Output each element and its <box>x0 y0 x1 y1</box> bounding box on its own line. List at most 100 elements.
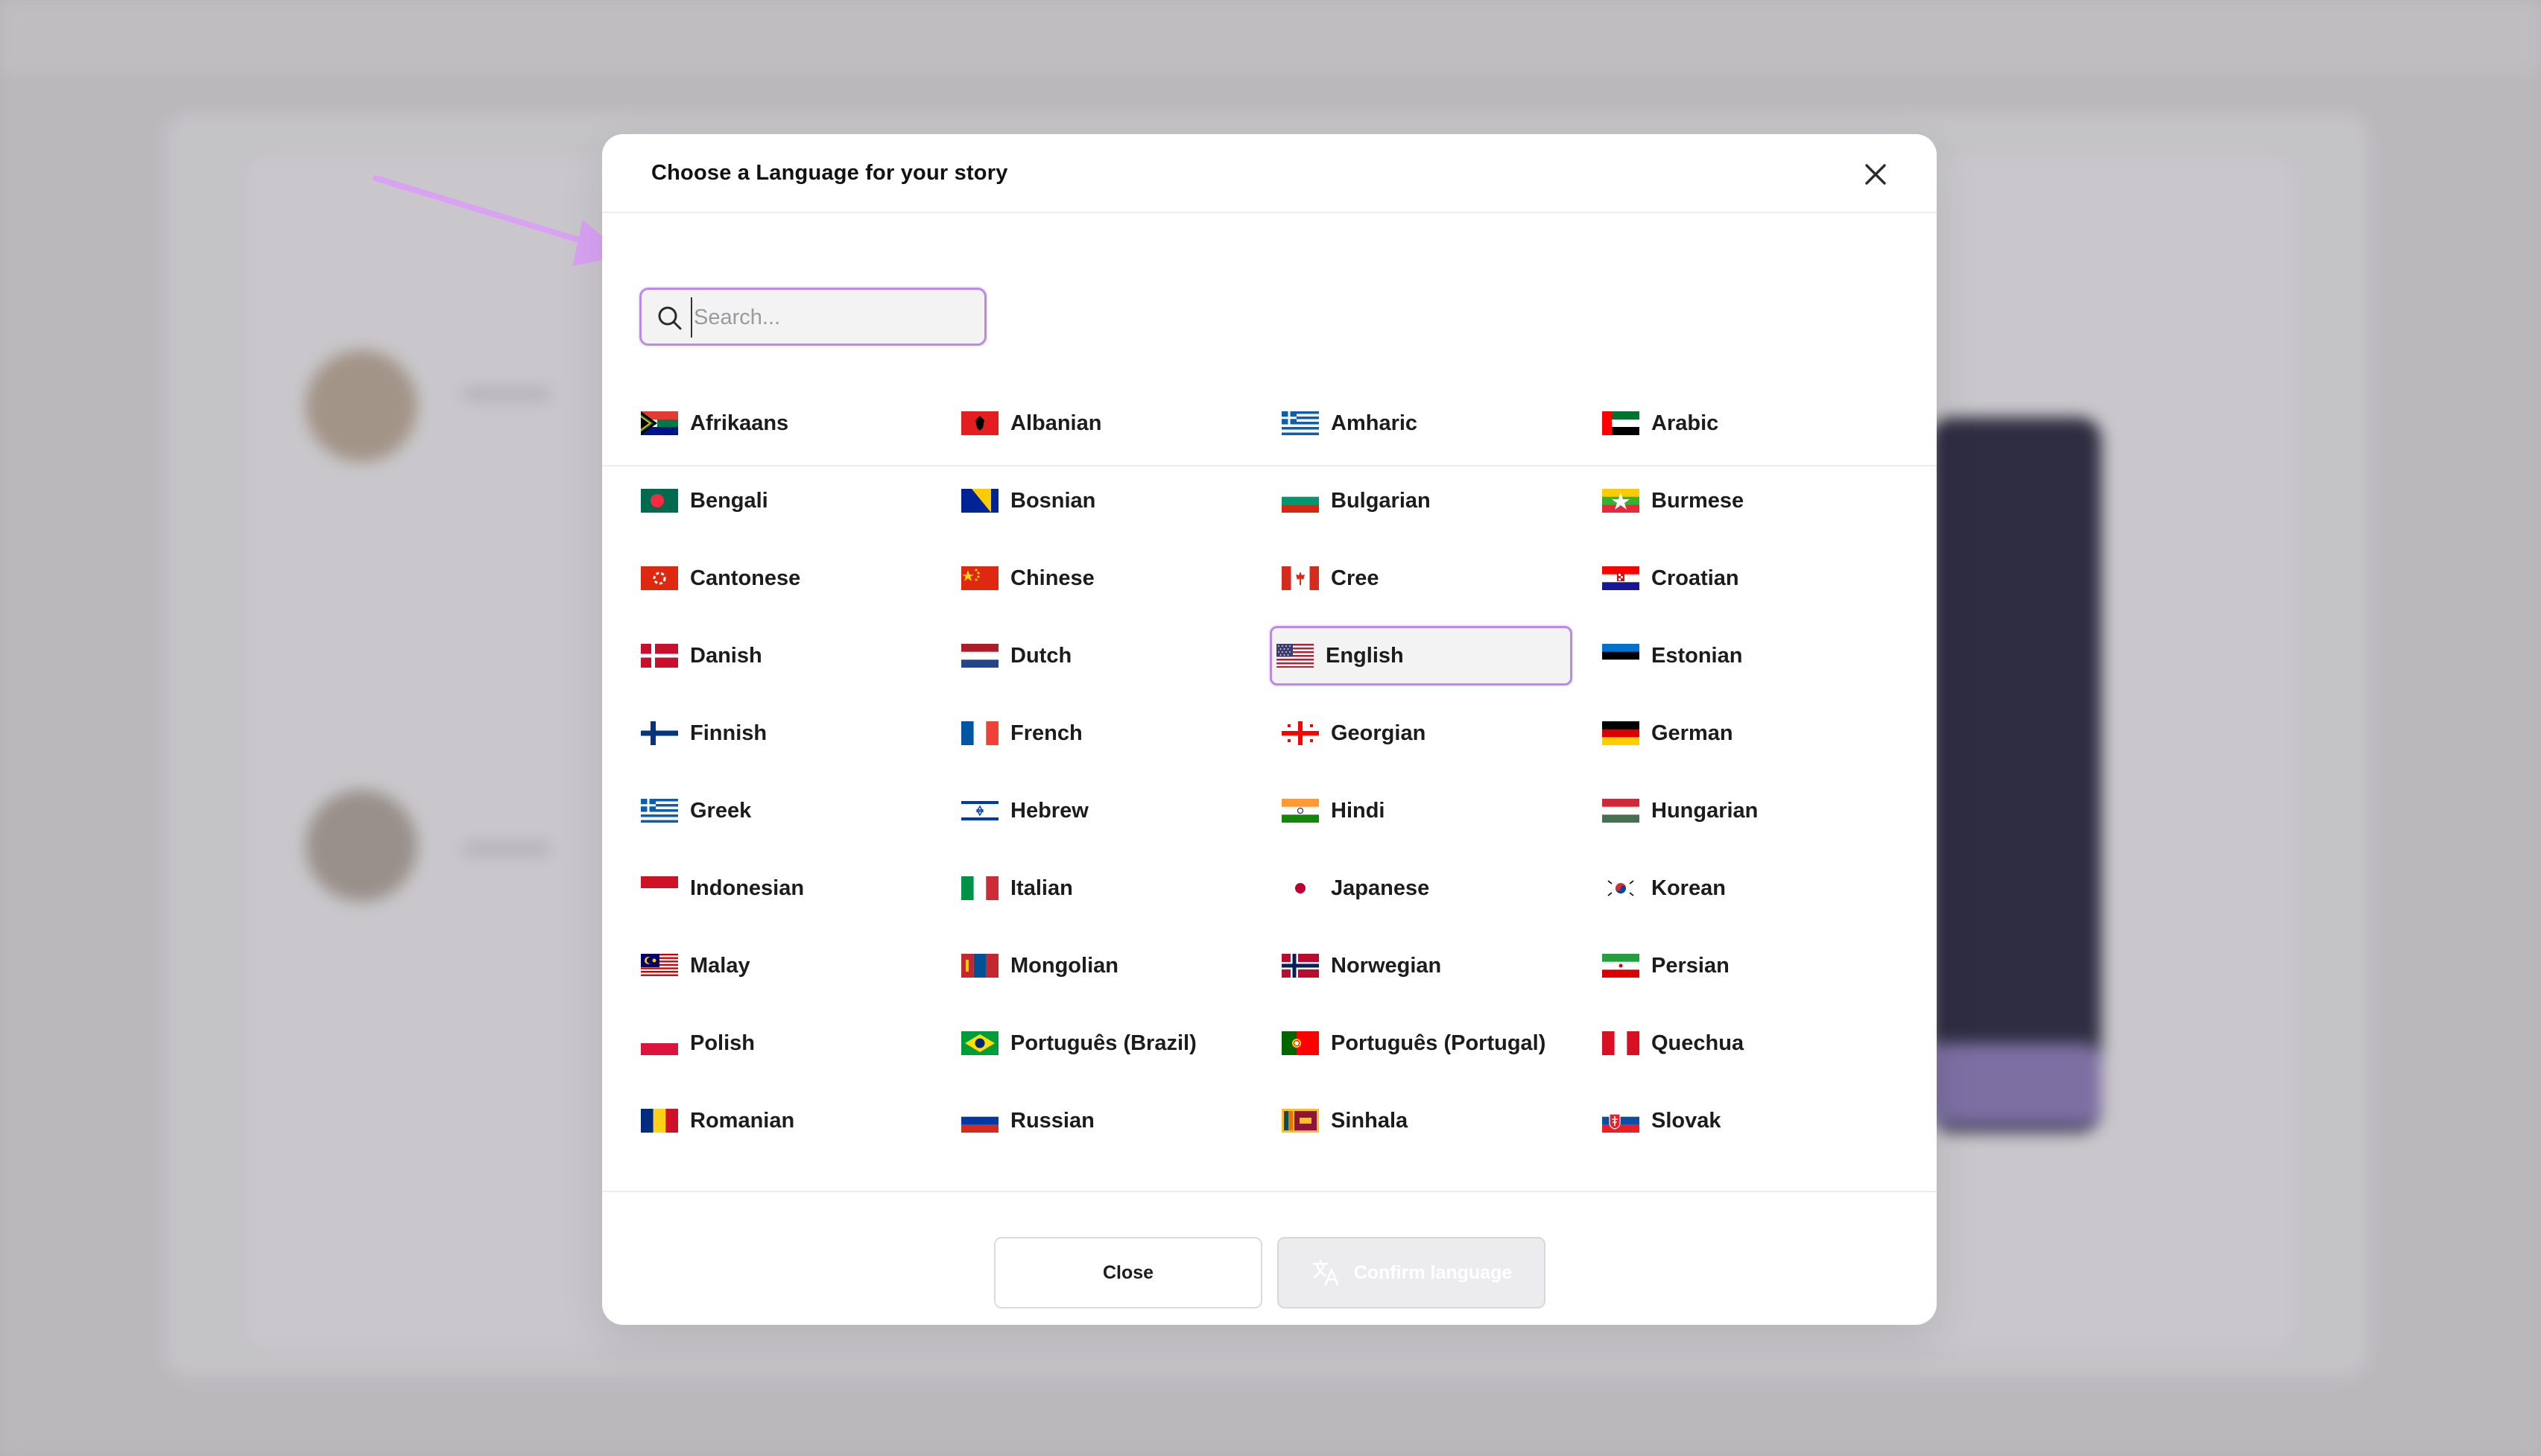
language-name: Sinhala <box>1331 1108 1408 1133</box>
japan-flag-icon <box>1282 876 1319 900</box>
close-button[interactable]: Close <box>994 1237 1262 1308</box>
language-name: Persian <box>1651 953 1730 978</box>
finland-flag-icon <box>641 721 678 745</box>
language-name: Norwegian <box>1331 953 1442 978</box>
brazil-flag-icon <box>961 1031 999 1055</box>
language-option[interactable]: Burmese <box>1598 471 1881 531</box>
language-option[interactable]: Cree <box>1277 548 1580 608</box>
sri-lanka-flag-icon <box>1282 1109 1319 1133</box>
norway-flag-icon <box>1282 954 1319 978</box>
language-option[interactable]: Greek <box>636 781 920 841</box>
china-flag-icon <box>961 566 999 590</box>
language-name: Slovak <box>1651 1108 1721 1133</box>
language-name: Japanese <box>1331 876 1430 900</box>
search-input[interactable] <box>691 297 974 338</box>
language-name: Cantonese <box>690 566 801 590</box>
language-name: Quechua <box>1651 1031 1744 1055</box>
language-option[interactable]: Japanese <box>1277 858 1580 918</box>
language-option[interactable]: Chinese <box>957 548 1240 608</box>
language-option[interactable]: Hungarian <box>1598 781 1881 841</box>
croatia-flag-icon <box>1602 566 1639 590</box>
language-option[interactable]: Português (Portugal) <box>1277 1013 1580 1073</box>
translate-icon <box>1312 1259 1339 1286</box>
peru-flag-icon <box>1602 1031 1639 1055</box>
language-name: English <box>1326 643 1404 668</box>
italy-flag-icon <box>961 876 999 900</box>
language-option[interactable]: Dutch <box>957 626 1240 686</box>
uae-flag-icon <box>1602 411 1639 435</box>
language-option[interactable]: Persian <box>1598 936 1881 996</box>
netherlands-flag-icon <box>961 644 999 668</box>
language-option[interactable]: Hindi <box>1277 781 1580 841</box>
close-icon[interactable] <box>1858 156 1893 192</box>
language-name: Mongolian <box>1010 953 1118 978</box>
language-name: Arabic <box>1651 411 1719 435</box>
language-name: German <box>1651 721 1733 745</box>
mongolia-flag-icon <box>961 954 999 978</box>
language-option[interactable]: Romanian <box>636 1091 920 1150</box>
search-field[interactable] <box>639 288 987 346</box>
germany-flag-icon <box>1602 721 1639 745</box>
language-option[interactable]: Estonian <box>1598 626 1881 686</box>
language-name: Hindi <box>1331 798 1385 823</box>
language-option[interactable]: Danish <box>636 626 920 686</box>
language-option[interactable]: Russian <box>957 1091 1240 1150</box>
language-name: Russian <box>1010 1108 1095 1133</box>
usa-flag-icon <box>1276 644 1314 668</box>
language-name: French <box>1010 721 1083 745</box>
language-option[interactable]: Afrikaans <box>636 393 920 453</box>
iran-flag-icon <box>1602 954 1639 978</box>
modal-header: Choose a Language for your story <box>602 134 1937 213</box>
bulgaria-flag-icon <box>1282 489 1319 513</box>
language-name: Português (Brazil) <box>1010 1031 1197 1055</box>
language-option[interactable]: Arabic <box>1598 393 1881 453</box>
language-option[interactable]: Croatian <box>1598 548 1881 608</box>
language-name: Burmese <box>1651 488 1744 513</box>
language-option[interactable]: Italian <box>957 858 1240 918</box>
malaysia-flag-icon <box>641 954 678 978</box>
israel-flag-icon <box>961 799 999 823</box>
language-name: Português (Portugal) <box>1331 1031 1546 1055</box>
language-option[interactable]: Korean <box>1598 858 1881 918</box>
language-option[interactable]: Finnish <box>636 703 920 763</box>
language-option[interactable]: Bengali <box>636 471 920 531</box>
language-modal: Choose a Language for your story Afrikaa… <box>602 134 1937 1325</box>
language-option[interactable]: Slovak <box>1598 1091 1881 1150</box>
language-option[interactable]: Sinhala <box>1277 1091 1580 1150</box>
language-option[interactable]: Amharic <box>1277 393 1580 453</box>
language-name: Hebrew <box>1010 798 1089 823</box>
language-name: Malay <box>690 953 750 978</box>
language-option[interactable]: Bosnian <box>957 471 1240 531</box>
language-name: Albanian <box>1010 411 1102 435</box>
language-option[interactable]: Quechua <box>1598 1013 1881 1073</box>
search-icon <box>658 306 682 330</box>
language-option[interactable]: German <box>1598 703 1881 763</box>
language-option[interactable]: Português (Brazil) <box>957 1013 1240 1073</box>
language-option[interactable]: Polish <box>636 1013 920 1073</box>
language-name: Chinese <box>1010 566 1095 590</box>
language-option[interactable]: Albanian <box>957 393 1240 453</box>
language-name: Bengali <box>690 488 768 513</box>
denmark-flag-icon <box>641 644 678 668</box>
language-option[interactable]: English <box>1270 626 1572 686</box>
language-name: Estonian <box>1651 643 1743 668</box>
language-option[interactable]: Norwegian <box>1277 936 1580 996</box>
language-name: Cree <box>1331 566 1379 590</box>
confirm-language-button[interactable]: Confirm language <box>1277 1237 1545 1308</box>
russia-flag-icon <box>961 1109 999 1133</box>
language-option[interactable]: Indonesian <box>636 858 920 918</box>
hong-kong-flag-icon <box>641 566 678 590</box>
language-option[interactable]: Bulgarian <box>1277 471 1580 531</box>
language-option[interactable]: French <box>957 703 1240 763</box>
poland-flag-icon <box>641 1031 678 1055</box>
language-option[interactable]: Georgian <box>1277 703 1580 763</box>
language-name: Hungarian <box>1651 798 1759 823</box>
greece-like-flag-icon <box>1282 411 1319 435</box>
language-option[interactable]: Cantonese <box>636 548 920 608</box>
greece-flag-icon <box>641 799 678 823</box>
language-option[interactable]: Hebrew <box>957 781 1240 841</box>
language-option[interactable]: Mongolian <box>957 936 1240 996</box>
language-option[interactable]: Malay <box>636 936 920 996</box>
portugal-flag-icon <box>1282 1031 1319 1055</box>
annotation-arrow-icon <box>373 175 626 266</box>
